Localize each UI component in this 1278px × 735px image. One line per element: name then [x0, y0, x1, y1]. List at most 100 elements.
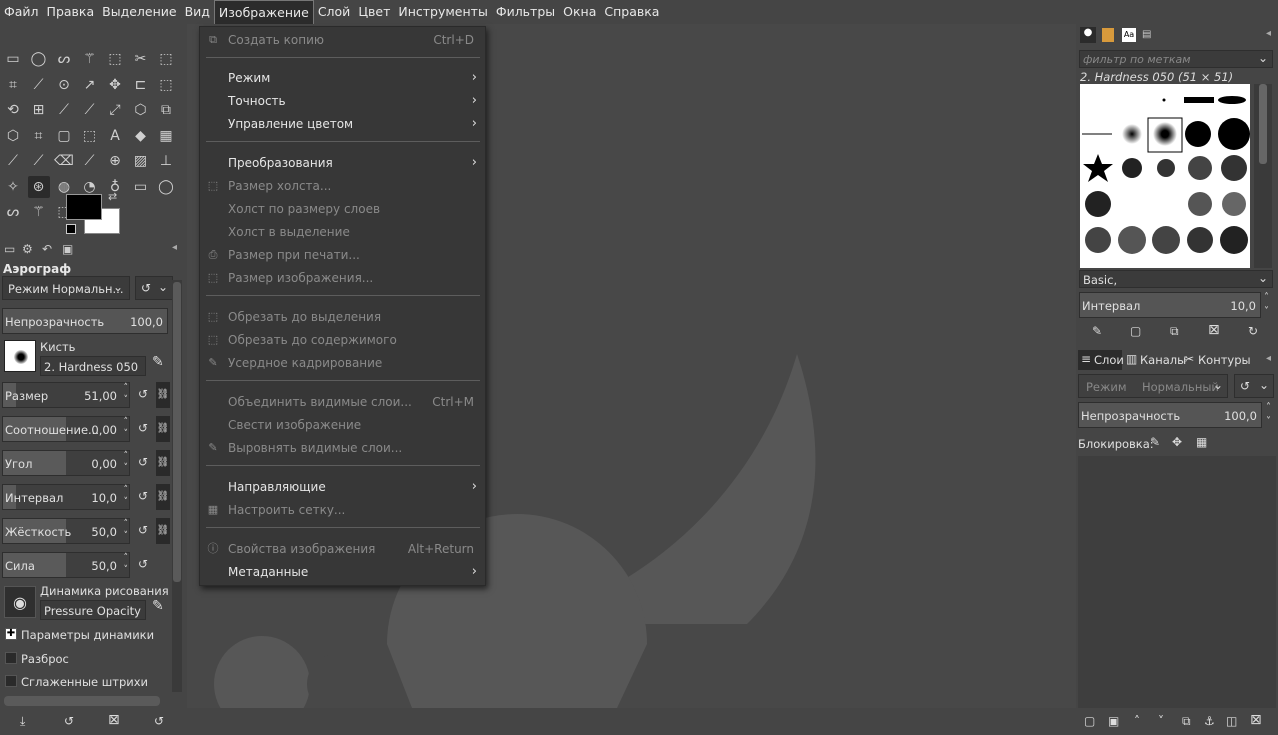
free-select-icon[interactable]: ⌗	[2, 74, 24, 96]
foreground-select-icon[interactable]: ⬚	[155, 48, 177, 70]
menu-item[interactable]: ▦ Настроить сетку...	[200, 499, 485, 521]
lock-alpha-icon[interactable]: ▦	[1196, 435, 1207, 449]
chain-link-icon[interactable]: ⛓	[156, 484, 170, 510]
duplicate-brush-icon[interactable]: ⧉	[1170, 324, 1179, 339]
undo-history-tab-icon[interactable]: ↶	[42, 242, 52, 256]
brush-grid-scrollbar[interactable]	[1254, 84, 1272, 268]
dynamics-name-field[interactable]: Pressure Opacity	[40, 600, 146, 620]
menu-item[interactable]: ⬚ Размер холста...	[200, 175, 485, 197]
clone-icon[interactable]: ⊥	[155, 150, 177, 172]
swap-colors-icon[interactable]: ⇄	[108, 190, 117, 203]
menu-1[interactable]: Правка	[43, 0, 99, 24]
spin-up-icon[interactable]: ˄	[124, 485, 129, 495]
param-slider[interactable]: Жёсткость 50,0 ˄ ˅	[2, 518, 130, 544]
spin-up-icon[interactable]: ˄	[124, 383, 129, 393]
layer-opacity-slider[interactable]: Непрозрачность 100,0	[1078, 402, 1262, 428]
menu-item[interactable]: ⬚ Обрезать до содержимого	[200, 329, 485, 351]
param-slider[interactable]: Интервал 10,0 ˄ ˅	[2, 484, 130, 510]
horizontal-scrollbar[interactable]	[4, 696, 160, 706]
document-history-tab-icon[interactable]: ▤	[1142, 29, 1151, 40]
save-options-icon[interactable]: ⤓	[20, 714, 25, 729]
brush-preset-dropdown[interactable]: Basic, ⌄	[1079, 270, 1273, 288]
menu-8[interactable]: Фильтры	[492, 0, 559, 24]
menu-item[interactable]: Объединить видимые слои... Ctrl+M	[200, 391, 485, 413]
opacity-slider[interactable]: Непрозрачность 100,0	[2, 308, 168, 334]
menu-item[interactable]: ✎ Усердное кадрирование	[200, 352, 485, 374]
edit-dynamics-icon[interactable]: ✎	[152, 598, 164, 614]
cage-icon[interactable]: ⌗	[28, 125, 50, 147]
restore-options-icon[interactable]: ↺	[64, 714, 74, 728]
reset-icon[interactable]: ↺	[138, 421, 148, 435]
ellipse-select-icon[interactable]: ◯	[28, 48, 50, 70]
tab-layers[interactable]: ≡ Слои	[1078, 350, 1124, 370]
zoom-icon[interactable]: ✥	[104, 74, 126, 96]
new-layer-icon[interactable]: ▢	[1084, 714, 1095, 728]
tab-channels[interactable]: ▥ Каналы	[1124, 350, 1186, 370]
menu-item[interactable]: Холст в выделение	[200, 221, 485, 243]
param-slider[interactable]: Угол 0,00 ˄ ˅	[2, 450, 130, 476]
menu-7[interactable]: Инструменты	[394, 0, 491, 24]
scissors-icon[interactable]: ✂	[130, 48, 152, 70]
rotate-icon[interactable]: ⟋	[79, 99, 101, 121]
pencil-icon[interactable]: ⟋	[2, 150, 24, 172]
spin-down-icon[interactable]: ˅	[124, 463, 129, 473]
paintbrush-icon[interactable]: ⟋	[28, 150, 50, 172]
color-picker-icon[interactable]: ⟋	[28, 74, 50, 96]
menu-item[interactable]: ⎙ Размер при печати...	[200, 244, 485, 266]
tag-filter-input[interactable]: фильтр по меткам ⌄	[1079, 50, 1273, 68]
move-icon[interactable]: ⬚	[155, 74, 177, 96]
handle-transform-icon[interactable]: ⬚	[79, 125, 101, 147]
layers-list[interactable]	[1078, 456, 1276, 708]
measure-icon[interactable]: ⊙	[53, 74, 75, 96]
checkbox-row[interactable]: Разброс	[4, 650, 164, 668]
brush-grid[interactable]	[1080, 84, 1250, 268]
brush-name-field[interactable]: 2. Hardness 050	[40, 356, 146, 376]
delete-layer-icon[interactable]: ⊠	[1250, 712, 1262, 728]
chain-link-icon[interactable]: ⛓	[156, 518, 170, 544]
menu-item[interactable]: Преобразования ›	[200, 152, 485, 174]
perspective-clone-icon[interactable]: ⊛	[27, 175, 50, 198]
new-brush-icon[interactable]: ▢	[1130, 324, 1141, 338]
mode-reset-dropdown[interactable]: ↺ ⌄	[135, 276, 173, 300]
tool-options-scrollbar[interactable]	[172, 280, 182, 692]
tool-options-tab-icon[interactable]: ▭	[4, 242, 15, 256]
ellipse-select-icon[interactable]: ◯	[155, 176, 177, 198]
menu-2[interactable]: Выделение	[98, 0, 180, 24]
heal-icon[interactable]: ✧	[2, 176, 24, 198]
menu-item[interactable]: Холст по размеру слоев	[200, 198, 485, 220]
spin-up-icon[interactable]: ˄	[124, 519, 129, 529]
dynamics-preview[interactable]: ◉	[4, 586, 36, 618]
raise-layer-icon[interactable]: ˄	[1134, 714, 1140, 728]
brush-spacing-slider[interactable]: Интервал 10,0	[1079, 292, 1261, 318]
menu-item[interactable]: Метаданные ›	[200, 561, 485, 583]
reset-icon[interactable]: ↺	[138, 489, 148, 503]
spin-down-icon[interactable]: ˅	[124, 565, 129, 575]
reset-icon[interactable]: ↺	[138, 387, 148, 401]
lower-layer-icon[interactable]: ˅	[1158, 714, 1164, 728]
expander-icon[interactable]: ✚	[5, 628, 17, 640]
spin-up-icon[interactable]: ˄	[124, 451, 129, 461]
menu-6[interactable]: Цвет	[354, 0, 394, 24]
edit-brush-icon[interactable]: ✎	[152, 354, 164, 370]
fonts-tab-icon[interactable]: Aa	[1122, 28, 1136, 42]
reset-icon[interactable]: ↺	[138, 455, 148, 469]
bucket-fill-icon[interactable]: ◆	[130, 125, 152, 147]
warp-icon[interactable]: ▢	[53, 125, 75, 147]
brushes-tab-icon[interactable]: ●	[1080, 27, 1096, 43]
edit-brush-icon[interactable]: ✎	[1092, 324, 1102, 338]
spin-down-icon[interactable]: ˅	[124, 531, 129, 541]
device-status-tab-icon[interactable]: ⚙	[22, 242, 33, 256]
mypaint-icon[interactable]: ▨	[130, 150, 152, 172]
tab-paths[interactable]: ✂ Контуры	[1182, 350, 1252, 370]
checkbox-row[interactable]: Сглаженные штрихи	[4, 673, 164, 691]
unified-transform-icon[interactable]: ⟋	[53, 99, 75, 121]
duplicate-layer-icon[interactable]: ⧉	[1182, 714, 1191, 729]
paths-icon[interactable]: ↗	[79, 74, 101, 96]
new-layer-group-icon[interactable]: ▣	[1108, 714, 1119, 728]
crop-icon[interactable]: ⊞	[28, 99, 50, 121]
airbrush-icon[interactable]: ⟋	[79, 150, 101, 172]
measure-angle-icon[interactable]: ⊏	[130, 74, 152, 96]
menu-item[interactable]: ⬚ Обрезать до выделения	[200, 306, 485, 328]
checkbox-row[interactable]: ✚ Параметры динамики	[4, 626, 164, 644]
align-icon[interactable]: ⟲	[2, 99, 24, 121]
